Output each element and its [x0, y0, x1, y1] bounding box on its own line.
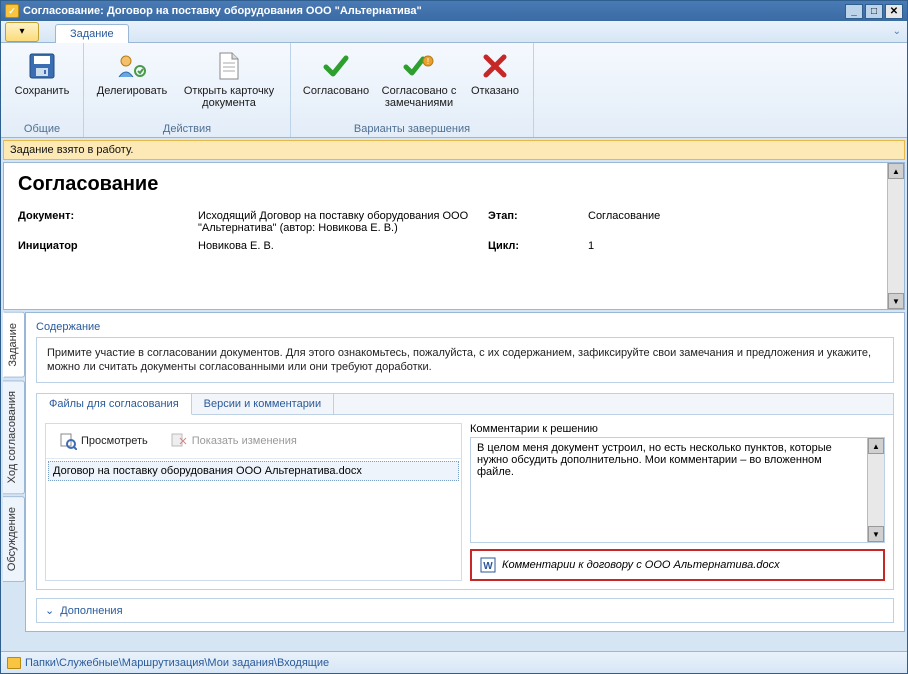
initiator-label: Инициатор — [18, 240, 198, 252]
page-title: Согласование — [18, 173, 872, 196]
side-tabs: Задание Ход согласования Обсуждение — [3, 312, 25, 632]
close-button[interactable]: ✕ — [885, 4, 903, 19]
ribbon-group-common: Сохранить Общие — [1, 43, 84, 137]
scrollbar[interactable]: ▲ ▼ — [867, 438, 884, 542]
magnifier-icon — [59, 432, 77, 450]
comments-textarea[interactable]: В целом меня документ устроил, но есть н… — [470, 437, 885, 543]
titlebar: ✓ Согласование: Договор на поставку обор… — [1, 1, 907, 21]
minimize-button[interactable]: _ — [845, 4, 863, 19]
document-label: Документ: — [18, 210, 198, 234]
content-label: Содержание — [36, 321, 894, 333]
show-changes-button: Показать изменения — [161, 428, 306, 454]
svg-text:W: W — [483, 561, 493, 572]
save-icon — [27, 51, 57, 81]
comments-panel: Комментарии к решению В целом меня докум… — [470, 423, 885, 581]
status-message: Задание взято в работу. — [3, 140, 905, 160]
tab-task[interactable]: Задание — [55, 24, 129, 43]
window-title: Согласование: Договор на поставку оборуд… — [23, 5, 422, 17]
ribbon-group-title: Варианты завершения — [354, 121, 470, 135]
inner-tab-versions[interactable]: Версии и комментарии — [192, 394, 334, 414]
ribbon-group-title: Действия — [163, 121, 211, 135]
quick-access-bar: ▾ Задание ⌄ — [1, 21, 907, 43]
inner-tab-files[interactable]: Файлы для согласования — [37, 394, 192, 415]
agreed-notes-button[interactable]: ! Согласовано с замечаниями — [375, 47, 463, 111]
stage-value: Согласование — [588, 210, 872, 234]
attachment-name: Комментарии к договору с ООО Альтернатив… — [502, 559, 780, 571]
breadcrumb[interactable]: Папки\Служебные\Маршрутизация\Мои задани… — [25, 657, 329, 669]
side-tab-discussion[interactable]: Обсуждение — [3, 496, 25, 582]
scrollbar[interactable]: ▲ ▼ — [887, 163, 904, 309]
comments-label: Комментарии к решению — [470, 423, 885, 435]
ribbon-group-complete: Согласовано ! Согласовано с замечаниями … — [291, 43, 534, 137]
side-tab-progress[interactable]: Ход согласования — [3, 380, 25, 494]
attachment-row[interactable]: W Комментарии к договору с ООО Альтернат… — [470, 549, 885, 581]
ribbon-group-actions: Делегировать Открыть карточку документа … — [84, 43, 291, 137]
changes-icon — [170, 432, 188, 450]
instruction-text: Примите участие в согласовании документо… — [36, 337, 894, 383]
quick-menu-button[interactable]: ▾ — [5, 22, 39, 42]
initiator-value: Новикова Е. В. — [198, 240, 488, 252]
ribbon-group-title: Общие — [24, 121, 60, 135]
app-icon: ✓ — [5, 4, 19, 18]
scroll-up-icon[interactable]: ▲ — [888, 163, 904, 179]
svg-text:!: ! — [427, 57, 429, 66]
header-panel: Согласование Документ: Исходящий Договор… — [3, 162, 905, 310]
main-panel: Содержание Примите участие в согласовани… — [25, 312, 905, 632]
file-item[interactable]: Договор на поставку оборудования ООО Аль… — [48, 461, 459, 481]
inner-tabs: Файлы для согласования Версии и коммента… — [36, 393, 894, 590]
refused-button[interactable]: Отказано — [463, 47, 527, 99]
document-icon — [216, 51, 242, 81]
statusbar: Папки\Служебные\Маршрутизация\Мои задани… — [1, 651, 907, 673]
word-icon: W — [480, 557, 496, 573]
open-card-button[interactable]: Открыть карточку документа — [174, 47, 284, 111]
document-value: Исходящий Договор на поставку оборудован… — [198, 210, 488, 234]
agreed-button[interactable]: Согласовано — [297, 47, 375, 99]
scroll-up-icon[interactable]: ▲ — [868, 438, 884, 454]
check-icon — [321, 51, 351, 81]
side-tab-task[interactable]: Задание — [3, 312, 25, 378]
files-list-panel: Просмотреть Показать изменения Договор н… — [45, 423, 462, 581]
ribbon: Сохранить Общие Делегировать Открыть кар… — [1, 43, 907, 138]
ribbon-tab-strip: Задание — [55, 21, 129, 42]
view-file-button[interactable]: Просмотреть — [50, 428, 157, 454]
tabs-panel: Задание Ход согласования Обсуждение Соде… — [3, 312, 905, 632]
addendum-expander[interactable]: ⌄ Дополнения — [36, 598, 894, 623]
folder-icon — [7, 657, 21, 669]
delegate-button[interactable]: Делегировать — [90, 47, 174, 99]
scroll-down-icon[interactable]: ▼ — [868, 526, 884, 542]
stage-label: Этап: — [488, 210, 588, 234]
cycle-value: 1 — [588, 240, 872, 252]
save-button[interactable]: Сохранить — [7, 47, 77, 99]
ribbon-collapse-icon[interactable]: ⌄ — [893, 26, 901, 37]
chevron-down-icon: ⌄ — [45, 604, 54, 617]
maximize-button[interactable]: □ — [865, 4, 883, 19]
scroll-down-icon[interactable]: ▼ — [888, 293, 904, 309]
check-notes-icon: ! — [402, 51, 436, 81]
delegate-icon — [116, 51, 148, 81]
cross-icon — [481, 52, 509, 80]
cycle-label: Цикл: — [488, 240, 588, 252]
